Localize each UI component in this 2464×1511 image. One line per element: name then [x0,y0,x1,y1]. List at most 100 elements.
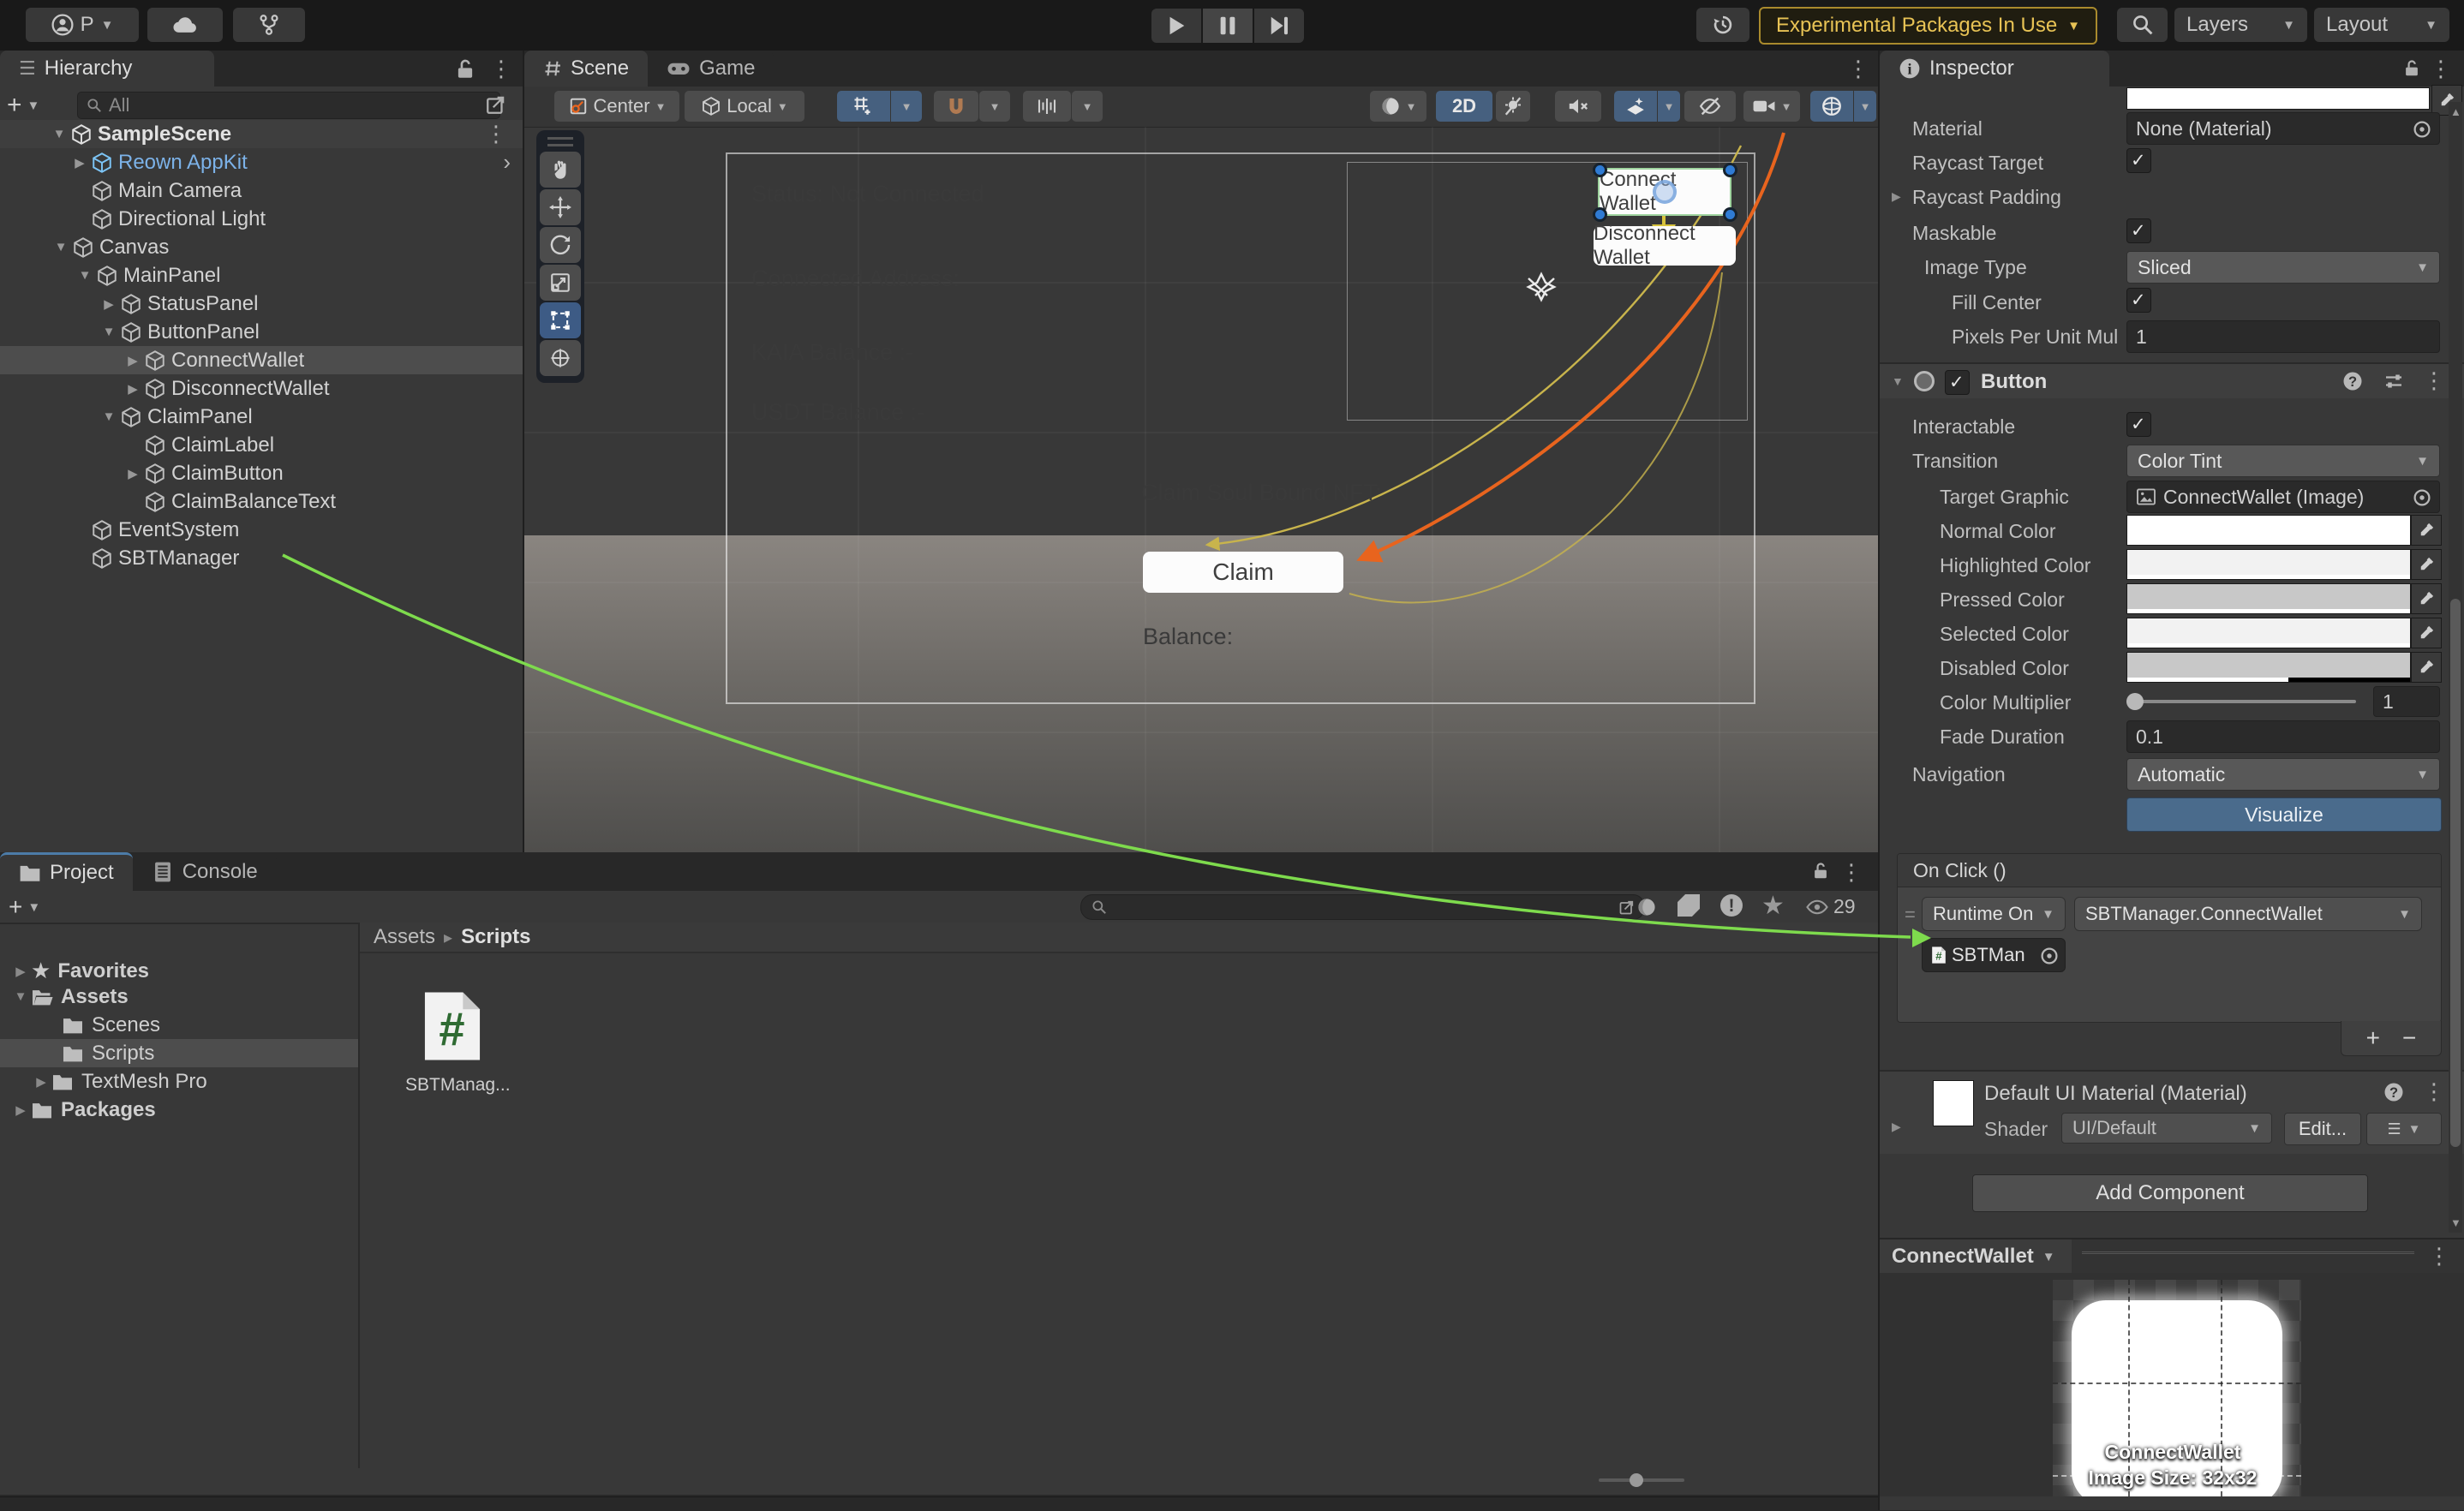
slice-guide-vertical[interactable] [2128,1280,2130,1496]
hierarchy-item-directional-light[interactable]: Directional Light [0,205,523,233]
hierarchy-item-claimbutton[interactable]: ▶ ClaimButton [0,459,523,487]
kebab-menu-icon[interactable]: ⋮ [1840,859,1863,886]
color-multiplier-field[interactable]: 1 [2373,686,2440,717]
fill-center-checkbox[interactable] [2126,288,2151,313]
project-tree-scenes[interactable]: Scenes [0,1011,358,1039]
hierarchy-item-samplescene[interactable]: ▼ SampleScene ⋮ [0,120,523,148]
eyedropper-button[interactable] [2411,618,2442,648]
tab-inspector[interactable]: Inspector [1880,51,2109,87]
tab-project[interactable]: Project [0,852,133,891]
search-by-type-icon[interactable] [1636,897,1657,917]
disabled-color-swatch[interactable] [2126,652,2411,683]
snap-increment-button[interactable] [1023,91,1071,122]
snap-increment-dropdown[interactable]: ▼ [1072,91,1103,122]
foldout-open-icon[interactable]: ▼ [10,989,31,1004]
pressed-color-swatch[interactable] [2126,583,2411,614]
hierarchy-item-connectwallet[interactable]: ▶ ConnectWallet [0,346,523,374]
target-graphic-field[interactable]: ConnectWallet (Image) [2126,481,2440,513]
version-control-button[interactable] [233,8,305,42]
kebab-menu-icon[interactable]: ⋮ [2423,367,2445,394]
layout-dropdown[interactable]: Layout ▼ [2314,8,2449,42]
scene-visibility-toggle[interactable] [1684,91,1736,122]
foldout-open-icon[interactable]: ▼ [50,127,69,141]
2d-toggle[interactable]: 2D [1436,91,1492,122]
add-event-button[interactable]: + [2366,1024,2380,1052]
breadcrumb-root[interactable]: Assets [374,925,435,949]
image-type-dropdown[interactable]: Sliced ▼ [2126,251,2440,284]
hierarchy-item-mainpanel[interactable]: ▼ MainPanel [0,261,523,290]
rect-tool-button[interactable] [540,302,581,338]
color-multiplier-slider[interactable] [2126,700,2356,703]
scene-camera-dropdown[interactable]: ▼ [1743,91,1800,122]
experimental-packages-button[interactable]: Experimental Packages In Use ▼ [1759,7,2097,45]
scroll-up-icon[interactable]: ▲ [2450,105,2461,118]
search-button[interactable] [2117,8,2168,42]
open-window-icon[interactable] [485,93,507,116]
foldout-closed-icon[interactable]: ▶ [1892,189,1901,204]
hierarchy-item-canvas[interactable]: ▼ Canvas [0,233,523,261]
component-enabled-checkbox[interactable] [1945,370,1970,395]
hidden-count-toggle[interactable]: 29 [1806,895,1856,918]
gizmos-dropdown[interactable]: ▼ [1854,91,1876,122]
hierarchy-item-claimbalancetext[interactable]: ClaimBalanceText [0,487,523,516]
kebab-menu-icon[interactable]: ⋮ [2428,1243,2450,1269]
preview-drag-handle[interactable] [2082,1251,2414,1254]
add-component-button[interactable]: Add Component [1972,1174,2368,1212]
scene-audio-toggle[interactable] [1555,91,1601,122]
material-menu-button[interactable]: ☰▼ [2366,1113,2442,1145]
gizmos-toggle[interactable] [1810,91,1853,122]
transition-dropdown[interactable]: Color Tint ▼ [2126,445,2440,477]
ppu-field[interactable]: 1 [2126,320,2440,353]
project-divider[interactable] [358,923,360,1468]
foldout-closed-icon[interactable]: ▶ [123,353,142,368]
shader-edit-button[interactable]: Edit... [2284,1113,2361,1145]
rect-handle-top-right[interactable] [1723,163,1737,177]
eyedropper-button[interactable] [2411,583,2442,614]
shading-mode-dropdown[interactable]: ▼ [1370,91,1426,122]
rect-handle-bottom-left[interactable] [1593,207,1607,222]
foldout-closed-icon[interactable]: ▶ [70,155,89,170]
fade-duration-field[interactable]: 0.1 [2126,720,2440,753]
hand-tool-button[interactable] [540,152,581,188]
maskable-checkbox[interactable] [2126,218,2151,243]
event-target-object-field[interactable]: SBTMan [1922,938,2066,972]
connect-wallet-ui-button[interactable]: Connect Wallet [1600,170,1730,214]
scroll-down-icon[interactable]: ▼ [2450,1216,2461,1229]
layers-dropdown[interactable]: Layers ▼ [2174,8,2307,42]
lock-icon[interactable] [2402,59,2421,78]
help-icon[interactable] [2342,371,2363,391]
scene-lighting-toggle[interactable] [1496,91,1530,122]
scrollbar-thumb[interactable] [2450,599,2461,1147]
slice-guide-horizontal[interactable] [2053,1383,2301,1384]
favorites-star-icon[interactable]: ★ [1761,891,1785,921]
cloud-button[interactable] [147,8,223,42]
remove-event-button[interactable]: − [2402,1024,2416,1052]
hierarchy-item-sbtmanager[interactable]: SBTManager [0,544,523,572]
object-picker-icon[interactable] [2412,119,2432,140]
overlay-drag-handle[interactable] [547,137,573,146]
snap-dropdown[interactable]: ▼ [979,91,1010,122]
lock-icon[interactable] [1811,862,1830,881]
preview-title-dropdown[interactable]: ConnectWallet ▼ [1880,1239,2072,1274]
normal-color-swatch[interactable] [2126,515,2411,546]
inspector-scrollbar[interactable]: ▲ ▼ [2449,102,2462,1233]
breadcrumb-current[interactable]: Scripts [461,925,530,949]
project-tree-packages[interactable]: ▶ Packages [0,1096,358,1124]
transform-tool-button[interactable] [540,340,581,376]
kebab-menu-icon[interactable]: ⋮ [1847,56,1869,82]
foldout-open-icon[interactable]: ▼ [99,409,118,424]
foldout-closed-icon[interactable]: ▶ [123,466,142,481]
raycast-target-checkbox[interactable] [2126,148,2151,173]
slice-guide-vertical[interactable] [2221,1280,2222,1496]
chevron-right-icon[interactable]: › [503,149,511,176]
project-tree-textmeshpro[interactable]: ▶ TextMesh Pro [0,1067,358,1096]
thumbnail-zoom-slider[interactable] [1599,1478,1684,1482]
hierarchy-create-button[interactable]: +▼ [7,91,39,120]
kebab-menu-icon[interactable]: ⋮ [2430,56,2452,82]
step-button[interactable] [1254,9,1304,43]
project-tree-favorites[interactable]: ▶ ★ Favorites [0,957,358,985]
scene-effects-toggle[interactable] [1614,91,1657,122]
lock-icon[interactable] [454,58,476,81]
grid-snap-dropdown[interactable]: ▼ [891,91,922,122]
scale-tool-button[interactable] [540,265,581,301]
